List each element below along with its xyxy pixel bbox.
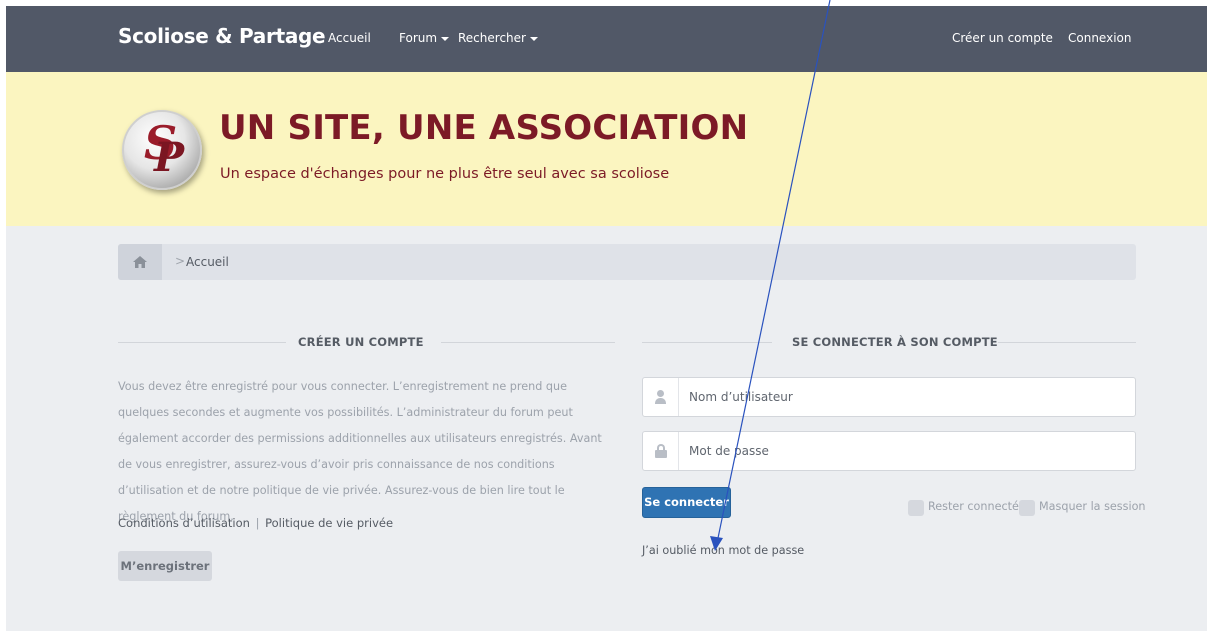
page-frame: Scoliose & Partage Accueil Forum Recherc… xyxy=(6,6,1207,631)
terms-link[interactable]: Conditions d’utilisation xyxy=(118,516,250,530)
hide-session-checkbox[interactable] xyxy=(1019,500,1035,516)
lock-icon-body xyxy=(655,450,667,458)
breadcrumb: > Accueil xyxy=(118,244,1136,280)
hide-session-label[interactable]: Masquer la session xyxy=(1039,500,1146,513)
privacy-link[interactable]: Politique de vie privée xyxy=(265,516,393,530)
forgot-password-link[interactable]: J’ai oublié mon mot de passe xyxy=(642,544,804,557)
nav-forum-label: Forum xyxy=(399,31,438,45)
breadcrumb-item-home[interactable]: Accueil xyxy=(186,255,229,269)
logo-letter-p: P xyxy=(154,134,185,181)
login-submit-button[interactable]: Se connecter xyxy=(642,487,731,518)
remember-me-label[interactable]: Rester connecté xyxy=(928,500,1019,513)
remember-me-checkbox[interactable] xyxy=(908,500,924,516)
user-icon-head xyxy=(657,390,664,397)
banner-title: UN SITE, UNE ASSOCIATION xyxy=(219,108,749,148)
breadcrumb-separator-icon: > xyxy=(175,254,186,268)
heading-divider xyxy=(441,342,615,343)
heading-divider xyxy=(118,342,286,343)
nav-search-label: Rechercher xyxy=(458,31,526,45)
login-section-heading: SE CONNECTER À SON COMPTE xyxy=(642,334,1136,350)
nav-forum-dropdown[interactable]: Forum xyxy=(399,31,450,45)
nav-search-dropdown[interactable]: Rechercher xyxy=(458,31,538,45)
create-account-link[interactable]: Créer un compte xyxy=(952,31,1053,45)
register-section-heading: CRÉER UN COMPTE xyxy=(118,334,615,350)
top-navbar: Scoliose & Partage Accueil Forum Recherc… xyxy=(6,6,1207,72)
nav-home-link[interactable]: Accueil xyxy=(328,31,371,45)
heading-divider xyxy=(642,342,772,343)
lock-icon xyxy=(643,432,679,470)
nav-home-label: Accueil xyxy=(328,31,371,45)
home-icon xyxy=(133,256,147,268)
site-logo[interactable]: S P xyxy=(122,110,202,190)
caret-down-icon xyxy=(529,36,538,41)
password-field[interactable]: Mot de passe xyxy=(642,431,1136,471)
policy-links: Conditions d’utilisation | Politique de … xyxy=(118,516,393,530)
register-heading-text: CRÉER UN COMPTE xyxy=(298,335,424,349)
register-intro-text: Vous devez être enregistré pour vous con… xyxy=(118,380,602,523)
username-placeholder: Nom d’utilisateur xyxy=(689,390,793,404)
heading-divider xyxy=(998,342,1136,343)
site-brand[interactable]: Scoliose & Partage xyxy=(118,24,326,48)
username-field[interactable]: Nom d’utilisateur xyxy=(642,377,1136,417)
caret-down-icon xyxy=(441,36,450,41)
password-placeholder: Mot de passe xyxy=(689,444,769,458)
user-icon-body xyxy=(655,398,666,404)
user-icon xyxy=(643,378,679,416)
register-button[interactable]: M’enregistrer xyxy=(118,551,212,581)
login-heading-text: SE CONNECTER À SON COMPTE xyxy=(792,335,998,349)
login-link[interactable]: Connexion xyxy=(1068,31,1132,45)
banner-subtitle: Un espace d'échanges pour ne plus être s… xyxy=(220,166,670,182)
breadcrumb-home-button[interactable] xyxy=(118,244,162,280)
header-banner: S P UN SITE, UNE ASSOCIATION Un espace d… xyxy=(6,72,1207,226)
links-separator: | xyxy=(255,516,260,530)
